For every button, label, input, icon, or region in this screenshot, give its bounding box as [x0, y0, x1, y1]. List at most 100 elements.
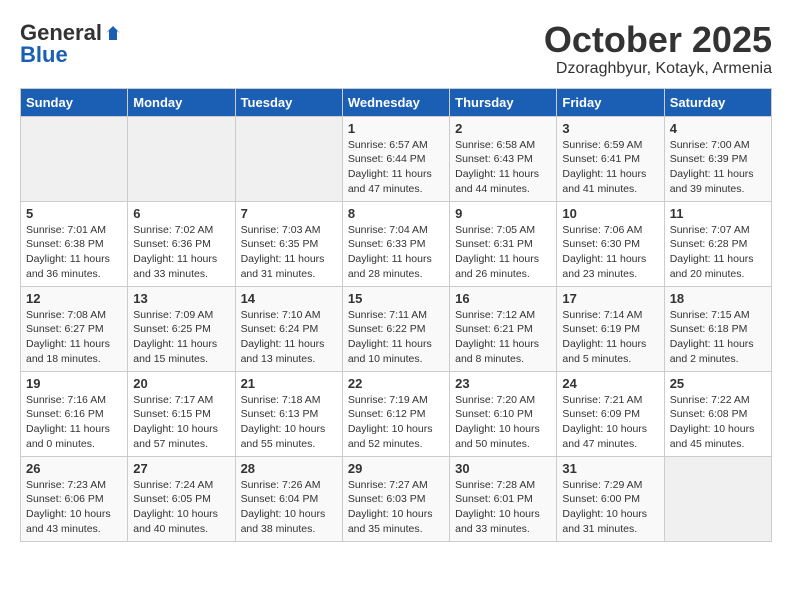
day-info: Sunrise: 6:57 AMSunset: 6:44 PMDaylight:… [348, 138, 444, 197]
day-info: Sunrise: 7:14 AMSunset: 6:19 PMDaylight:… [562, 308, 658, 367]
calendar-week-5: 26 Sunrise: 7:23 AMSunset: 6:06 PMDayligh… [21, 456, 772, 541]
day-number: 2 [455, 121, 551, 136]
day-number: 8 [348, 206, 444, 221]
day-info: Sunrise: 7:08 AMSunset: 6:27 PMDaylight:… [26, 308, 122, 367]
day-info: Sunrise: 7:18 AMSunset: 6:13 PMDaylight:… [241, 393, 337, 452]
day-number: 24 [562, 376, 658, 391]
day-number: 1 [348, 121, 444, 136]
day-number: 4 [670, 121, 766, 136]
calendar-cell: 17 Sunrise: 7:14 AMSunset: 6:19 PMDayligh… [557, 286, 664, 371]
calendar-cell: 23 Sunrise: 7:20 AMSunset: 6:10 PMDayligh… [450, 371, 557, 456]
calendar-cell: 18 Sunrise: 7:15 AMSunset: 6:18 PMDayligh… [664, 286, 771, 371]
day-number: 13 [133, 291, 229, 306]
day-number: 29 [348, 461, 444, 476]
day-info: Sunrise: 7:23 AMSunset: 6:06 PMDaylight:… [26, 478, 122, 537]
day-number: 6 [133, 206, 229, 221]
calendar-cell: 28 Sunrise: 7:26 AMSunset: 6:04 PMDayligh… [235, 456, 342, 541]
calendar-cell: 25Sunrise: 7:22 AMSunset: 6:08 PMDayligh… [664, 371, 771, 456]
day-info: Sunrise: 7:28 AMSunset: 6:01 PMDaylight:… [455, 478, 551, 537]
weekday-header-friday: Friday [557, 88, 664, 116]
calendar-cell [21, 116, 128, 201]
weekday-header-thursday: Thursday [450, 88, 557, 116]
calendar-cell: 14 Sunrise: 7:10 AMSunset: 6:24 PMDayligh… [235, 286, 342, 371]
calendar-cell: 21 Sunrise: 7:18 AMSunset: 6:13 PMDayligh… [235, 371, 342, 456]
day-info: Sunrise: 7:15 AMSunset: 6:18 PMDaylight:… [670, 308, 766, 367]
day-number: 31 [562, 461, 658, 476]
calendar-week-2: 5Sunrise: 7:01 AMSunset: 6:38 PMDaylight… [21, 201, 772, 286]
logo-blue: Blue [20, 42, 68, 68]
day-number: 11 [670, 206, 766, 221]
day-number: 27 [133, 461, 229, 476]
day-number: 22 [348, 376, 444, 391]
logo: General Blue [20, 20, 122, 68]
day-number: 9 [455, 206, 551, 221]
day-info: Sunrise: 7:03 AMSunset: 6:35 PMDaylight:… [241, 223, 337, 282]
calendar-cell: 6 Sunrise: 7:02 AMSunset: 6:36 PMDaylight… [128, 201, 235, 286]
day-number: 3 [562, 121, 658, 136]
page-header: General Blue October 2025 Dzoraghbyur, K… [20, 20, 772, 78]
calendar-cell: 3Sunrise: 6:59 AMSunset: 6:41 PMDaylight… [557, 116, 664, 201]
day-info: Sunrise: 7:11 AMSunset: 6:22 PMDaylight:… [348, 308, 444, 367]
calendar-cell: 12 Sunrise: 7:08 AMSunset: 6:27 PMDayligh… [21, 286, 128, 371]
day-number: 15 [348, 291, 444, 306]
calendar-cell: 1 Sunrise: 6:57 AMSunset: 6:44 PMDaylight… [342, 116, 449, 201]
day-number: 19 [26, 376, 122, 391]
day-info: Sunrise: 7:04 AMSunset: 6:33 PMDaylight:… [348, 223, 444, 282]
day-number: 10 [562, 206, 658, 221]
calendar-cell: 26 Sunrise: 7:23 AMSunset: 6:06 PMDayligh… [21, 456, 128, 541]
calendar-week-3: 12 Sunrise: 7:08 AMSunset: 6:27 PMDayligh… [21, 286, 772, 371]
calendar-cell: 24Sunrise: 7:21 AMSunset: 6:09 PMDayligh… [557, 371, 664, 456]
day-info: Sunrise: 7:29 AMSunset: 6:00 PMDaylight:… [562, 478, 658, 537]
calendar-cell: 11 Sunrise: 7:07 AMSunset: 6:28 PMDayligh… [664, 201, 771, 286]
calendar-cell: 2 Sunrise: 6:58 AMSunset: 6:43 PMDaylight… [450, 116, 557, 201]
calendar-cell: 20Sunrise: 7:17 AMSunset: 6:15 PMDayligh… [128, 371, 235, 456]
calendar-table: SundayMondayTuesdayWednesdayThursdayFrid… [20, 88, 772, 542]
calendar-cell: 19 Sunrise: 7:16 AMSunset: 6:16 PMDayligh… [21, 371, 128, 456]
calendar-cell [128, 116, 235, 201]
day-info: Sunrise: 7:22 AMSunset: 6:08 PMDaylight:… [670, 393, 766, 452]
day-number: 5 [26, 206, 122, 221]
calendar-cell: 7 Sunrise: 7:03 AMSunset: 6:35 PMDaylight… [235, 201, 342, 286]
day-info: Sunrise: 6:58 AMSunset: 6:43 PMDaylight:… [455, 138, 551, 197]
day-number: 12 [26, 291, 122, 306]
calendar-cell: 22 Sunrise: 7:19 AMSunset: 6:12 PMDayligh… [342, 371, 449, 456]
weekday-header-sunday: Sunday [21, 88, 128, 116]
day-info: Sunrise: 7:19 AMSunset: 6:12 PMDaylight:… [348, 393, 444, 452]
weekday-header-row: SundayMondayTuesdayWednesdayThursdayFrid… [21, 88, 772, 116]
calendar-week-1: 1 Sunrise: 6:57 AMSunset: 6:44 PMDaylight… [21, 116, 772, 201]
weekday-header-monday: Monday [128, 88, 235, 116]
day-number: 7 [241, 206, 337, 221]
day-info: Sunrise: 7:00 AMSunset: 6:39 PMDaylight:… [670, 138, 766, 197]
calendar-cell [664, 456, 771, 541]
calendar-body: 1 Sunrise: 6:57 AMSunset: 6:44 PMDaylight… [21, 116, 772, 541]
day-info: Sunrise: 7:06 AMSunset: 6:30 PMDaylight:… [562, 223, 658, 282]
calendar-cell: 10 Sunrise: 7:06 AMSunset: 6:30 PMDayligh… [557, 201, 664, 286]
day-number: 26 [26, 461, 122, 476]
day-info: Sunrise: 7:26 AMSunset: 6:04 PMDaylight:… [241, 478, 337, 537]
day-info: Sunrise: 7:12 AMSunset: 6:21 PMDaylight:… [455, 308, 551, 367]
calendar-cell: 27Sunrise: 7:24 AMSunset: 6:05 PMDayligh… [128, 456, 235, 541]
day-info: Sunrise: 7:09 AMSunset: 6:25 PMDaylight:… [133, 308, 229, 367]
day-info: Sunrise: 7:27 AMSunset: 6:03 PMDaylight:… [348, 478, 444, 537]
day-number: 18 [670, 291, 766, 306]
calendar-cell: 8 Sunrise: 7:04 AMSunset: 6:33 PMDaylight… [342, 201, 449, 286]
day-number: 23 [455, 376, 551, 391]
day-number: 14 [241, 291, 337, 306]
calendar-cell: 15 Sunrise: 7:11 AMSunset: 6:22 PMDayligh… [342, 286, 449, 371]
day-info: Sunrise: 7:10 AMSunset: 6:24 PMDaylight:… [241, 308, 337, 367]
calendar-week-4: 19 Sunrise: 7:16 AMSunset: 6:16 PMDayligh… [21, 371, 772, 456]
day-info: Sunrise: 7:16 AMSunset: 6:16 PMDaylight:… [26, 393, 122, 452]
day-number: 28 [241, 461, 337, 476]
location: Dzoraghbyur, Kotayk, Armenia [544, 60, 772, 78]
day-info: Sunrise: 7:20 AMSunset: 6:10 PMDaylight:… [455, 393, 551, 452]
day-number: 17 [562, 291, 658, 306]
day-info: Sunrise: 7:02 AMSunset: 6:36 PMDaylight:… [133, 223, 229, 282]
calendar-cell: 13 Sunrise: 7:09 AMSunset: 6:25 PMDayligh… [128, 286, 235, 371]
day-info: Sunrise: 7:05 AMSunset: 6:31 PMDaylight:… [455, 223, 551, 282]
day-number: 21 [241, 376, 337, 391]
day-info: Sunrise: 7:17 AMSunset: 6:15 PMDaylight:… [133, 393, 229, 452]
day-info: Sunrise: 7:07 AMSunset: 6:28 PMDaylight:… [670, 223, 766, 282]
calendar-cell: 30Sunrise: 7:28 AMSunset: 6:01 PMDayligh… [450, 456, 557, 541]
calendar-cell: 16Sunrise: 7:12 AMSunset: 6:21 PMDayligh… [450, 286, 557, 371]
calendar-cell: 4 Sunrise: 7:00 AMSunset: 6:39 PMDaylight… [664, 116, 771, 201]
